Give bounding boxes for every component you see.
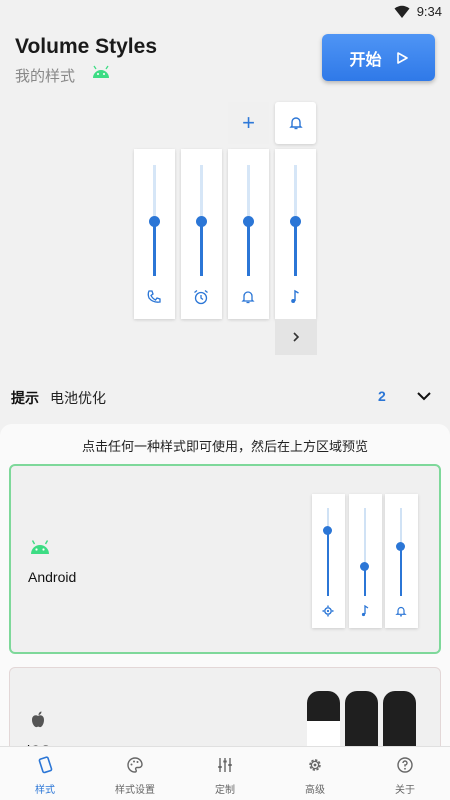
tip-row[interactable]: 提示 电池优化 2 bbox=[0, 380, 450, 412]
slider-thumb[interactable] bbox=[290, 216, 301, 227]
android-icon bbox=[31, 540, 49, 554]
add-button[interactable]: + bbox=[228, 102, 269, 144]
settings-icon bbox=[322, 605, 334, 617]
bell-icon bbox=[395, 606, 407, 617]
bell-icon bbox=[288, 117, 303, 130]
nav-item-styles[interactable]: 样式 bbox=[0, 747, 90, 800]
slider-thumb[interactable] bbox=[243, 216, 254, 227]
tip-label: 提示 bbox=[11, 390, 39, 406]
nav-label: 关于 bbox=[395, 785, 415, 796]
chevron-down-icon[interactable] bbox=[415, 388, 433, 404]
ios-slider bbox=[383, 691, 416, 754]
nav-label: 样式 bbox=[35, 785, 55, 796]
style-name: Android bbox=[28, 569, 77, 585]
tip-count: 2 bbox=[378, 388, 386, 404]
style-card-android[interactable]: Android bbox=[9, 464, 441, 654]
volume-slider-ring[interactable] bbox=[228, 149, 269, 319]
tip-text: 电池优化 bbox=[50, 390, 106, 406]
my-styles-label: 我的样式 bbox=[15, 68, 76, 85]
nav-label: 高级 bbox=[305, 785, 325, 796]
bottom-nav: 样式 样式设置 定制 高级 关于 bbox=[0, 746, 450, 800]
wifi-icon bbox=[394, 5, 410, 18]
gear-icon bbox=[309, 759, 321, 771]
sheet-hint: 点击任何一种样式即可使用，然后在上方区域预览 bbox=[81, 439, 368, 454]
style-card-ios[interactable]: iOS bbox=[9, 667, 441, 754]
mini-slider bbox=[312, 494, 345, 628]
nav-item-advanced[interactable]: 高级 bbox=[270, 747, 360, 800]
expand-button[interactable] bbox=[275, 319, 317, 355]
help-icon bbox=[397, 757, 413, 773]
alarm-icon bbox=[194, 289, 208, 305]
sliders-icon bbox=[218, 758, 232, 772]
nav-item-style-settings[interactable]: 样式设置 bbox=[90, 747, 180, 800]
volume-slider-call[interactable] bbox=[134, 149, 175, 319]
apple-icon bbox=[32, 711, 44, 728]
music-note-icon bbox=[291, 289, 299, 303]
status-bar: 9:34 bbox=[0, 0, 450, 24]
music-note-icon bbox=[361, 605, 369, 617]
app-title: Volume Styles bbox=[15, 35, 157, 58]
slider-thumb[interactable] bbox=[149, 216, 160, 227]
nav-item-customize[interactable]: 定制 bbox=[180, 747, 270, 800]
mini-slider bbox=[349, 494, 382, 628]
slider-thumb[interactable] bbox=[196, 216, 207, 227]
nav-item-about[interactable]: 关于 bbox=[360, 747, 450, 800]
volume-slider-alarm[interactable] bbox=[181, 149, 222, 319]
play-icon bbox=[396, 51, 408, 64]
phone-icon bbox=[147, 290, 161, 303]
plus-icon: + bbox=[242, 110, 255, 135]
ringer-mode-button[interactable] bbox=[275, 102, 316, 144]
android-icon bbox=[93, 65, 109, 78]
nav-label: 样式设置 bbox=[115, 785, 155, 796]
chevron-right-icon bbox=[293, 332, 300, 342]
volume-slider-media[interactable] bbox=[275, 149, 316, 319]
ios-slider bbox=[307, 691, 340, 754]
ios-slider bbox=[345, 691, 378, 754]
start-button[interactable]: 开始 bbox=[322, 34, 435, 81]
styles-sheet: 点击任何一种样式即可使用，然后在上方区域预览 Android bbox=[0, 424, 450, 754]
nav-label: 定制 bbox=[215, 785, 235, 796]
mini-slider bbox=[385, 494, 418, 628]
start-button-label: 开始 bbox=[349, 51, 382, 69]
bell-icon bbox=[241, 291, 255, 304]
palette-icon bbox=[127, 757, 143, 773]
phone-style-icon bbox=[38, 756, 53, 774]
status-time: 9:34 bbox=[416, 4, 442, 19]
